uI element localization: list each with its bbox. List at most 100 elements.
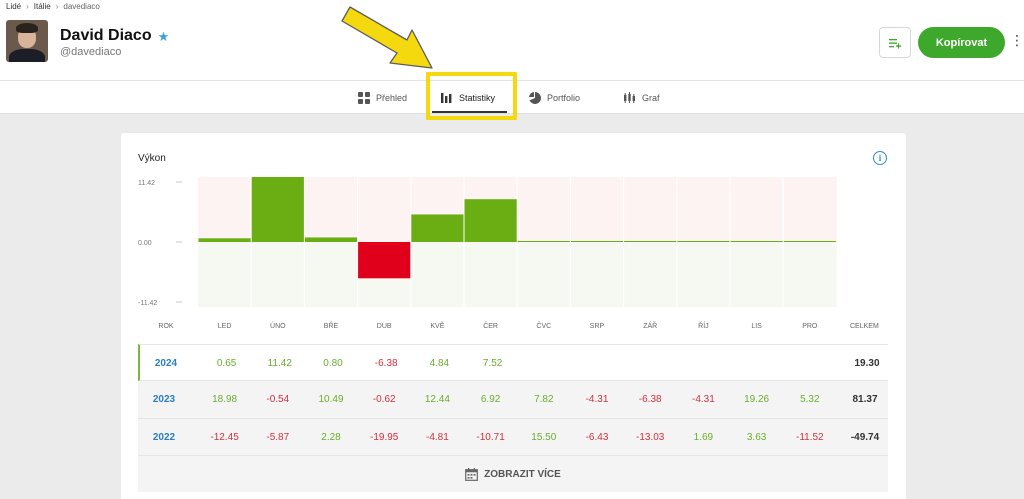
x-tick-label: ČVC [536,321,551,330]
chart-bar [304,237,358,242]
watchlist-button[interactable] [879,27,911,58]
chart-bar [677,241,730,242]
breadcrumb-separator: › [55,2,59,11]
month-value-cell: 7.82 [534,394,554,405]
tab-label: Přehled [376,92,408,103]
month-value-cell: 12.44 [424,394,450,405]
x-tick-label: KVĚ [430,321,444,330]
y-tick-label: -11.42 [138,300,157,307]
table-row[interactable]: 2024 0.65 11.42 0.80 -6.38 4.84 7.52 19.30 [138,344,888,381]
month-value-cell: -11.52 [795,432,824,443]
row-total: 19.30 [854,358,880,369]
chart-bar [411,214,464,242]
month-value-cell: 19.26 [744,394,770,405]
chart-bar [517,241,570,242]
breadcrumb-separator: › [26,2,29,11]
card-title: Výkon [138,153,166,164]
chart-bar [358,242,411,279]
x-tick-label: ČER [483,321,498,330]
x-tick-label: ZÁŘ [643,321,657,330]
profile-header: Lidé › Itálie › davediaco David Diaco ★ … [0,0,1024,80]
y-tick-label: 0.00 [138,240,152,247]
month-value-cell: -6.43 [585,432,609,443]
row-total: 81.37 [852,394,878,405]
y-tick-label: 11.42 [138,180,155,187]
month-value-cell: 10.49 [318,394,344,405]
month-value-cell [786,345,838,382]
month-value-cell: -4.31 [691,394,715,405]
breadcrumb-country[interactable]: Itálie [34,2,51,11]
x-tick-label: DUB [377,323,392,330]
chart-bar [624,241,677,242]
month-value-cell [626,345,678,382]
month-value-cell: 1.69 [693,432,714,443]
chart-bar [570,241,624,242]
month-value-cell: 0.65 [216,358,237,369]
pie-icon [529,91,541,104]
table-row[interactable]: 2022 -12.45 -5.87 2.28 -19.95 -4.81 -10.71 15.5… [138,418,888,455]
month-value-cell: -6.38 [374,358,398,369]
chart-bar [251,177,304,242]
table-row[interactable]: 2023 18.98 -0.54 10.49 -0.62 12.44 6.92 7.82 -4.… [138,381,888,418]
month-value-cell: 5.32 [800,394,820,405]
user-name-text: David Diaco [60,27,152,44]
month-value-cell [573,345,625,382]
calendar-icon [465,467,479,481]
month-value-cell [733,345,785,382]
show-more-button[interactable]: ZOBRAZIT VÍCE [138,455,888,492]
row-year[interactable]: 2022 [138,419,190,456]
watchlist-icon [889,38,901,48]
copy-button[interactable]: Kopírovat [918,27,1005,58]
month-value-cell: -4.81 [425,432,449,443]
month-value-cell: 18.98 [212,394,238,405]
month-value-cell: 4.84 [429,358,450,369]
annotation-arrow-icon [341,6,433,69]
tab-chart[interactable]: Graf [623,81,660,114]
tab-overview[interactable]: Přehled [358,81,407,114]
breadcrumb: Lidé › Itálie › davediaco [6,2,100,11]
overview-icon [358,91,370,104]
info-icon[interactable]: i [873,151,887,165]
month-value-cell: 2.28 [321,432,341,443]
row-total: -49.74 [850,432,880,443]
month-value-cell: -4.31 [585,394,609,405]
breadcrumb-people[interactable]: Lidé [6,2,21,11]
month-value-cell: 0.80 [323,358,343,369]
chart-icon [624,91,635,103]
tab-label: Graf [642,92,660,103]
chart-bar [783,241,836,242]
month-value-cell: 11.42 [267,358,292,369]
x-tick-label: LED [218,323,232,330]
month-value-cell: -0.62 [372,394,396,405]
performance-chart: 11.42 0.00 -11.42 ROK LED ÚNO BŘE DUB KVĚ ČER ČVC S… [138,177,879,330]
user-handle: @davediaco [60,46,122,58]
chart-bar [730,241,783,242]
chart-bar [198,238,251,242]
user-name: David Diaco ★ [60,27,169,45]
month-value-cell: -0.54 [266,394,290,405]
month-value-cell: -13.03 [636,432,665,443]
month-value-cell: 15.50 [531,432,557,443]
avatar[interactable] [6,20,48,62]
month-value-cell: -10.71 [476,432,505,443]
x-tick-label: ŘÍJ [698,321,709,330]
month-value-cell [520,345,572,382]
month-value-cell: -5.87 [266,432,290,443]
tab-portfolio[interactable]: Portfolio [529,81,580,114]
annotation-highlight-box [426,72,517,120]
month-value-cell: 3.63 [746,432,767,443]
month-value-cell [679,345,731,382]
month-value-cell: -6.38 [638,394,662,405]
month-value-cell: -19.95 [370,432,399,443]
row-year[interactable]: 2023 [138,381,190,418]
x-tick-label: BŘE [324,321,339,330]
month-value-cell: 7.52 [482,358,503,369]
show-more-label: ZOBRAZIT VÍCE [484,468,561,480]
more-options-icon[interactable]: ⋮ [1010,33,1024,47]
chart-bar [464,199,517,242]
column-header-total: CELKEM [850,323,879,330]
x-tick-label: ÚNO [270,321,286,330]
tab-label: Portfolio [547,92,581,103]
row-year[interactable]: 2024 [140,345,192,382]
breadcrumb-user: davediaco [63,2,100,11]
